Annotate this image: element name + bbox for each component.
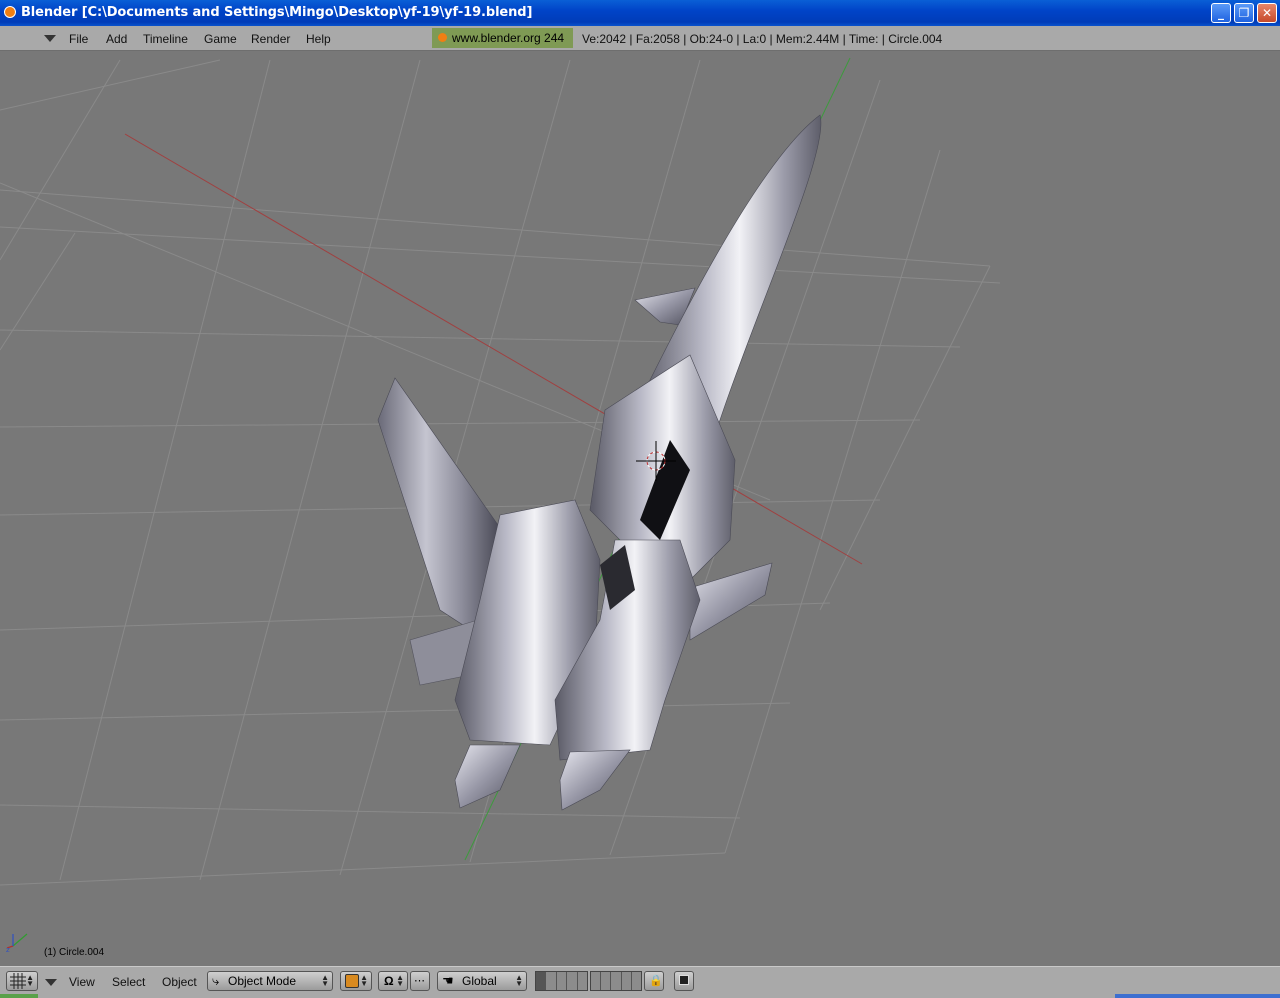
mode-label: Object Mode [228, 974, 297, 988]
render-preview-button[interactable] [674, 971, 694, 991]
viewport-canvas[interactable] [0, 52, 1280, 966]
blender-web-link[interactable]: www.blender.org 244 [432, 28, 573, 48]
layer-buttons-group-1[interactable] [535, 971, 588, 991]
orientation-select[interactable]: ☚ Global ▲ ▼ [437, 971, 527, 991]
menu-render[interactable]: Render [251, 32, 290, 46]
3d-viewport[interactable] [0, 52, 1280, 966]
layer-button[interactable] [557, 972, 568, 990]
hand-icon: ☚ [442, 973, 454, 988]
info-header: File Add Timeline Game Render Help www.b… [0, 26, 1280, 51]
render-icon [679, 975, 689, 985]
shading-icon [345, 974, 359, 988]
3d-view-header: ▲ ▼ View Select Object ⤷ Object Mode ▲ ▼ ▲… [0, 966, 1280, 998]
minimize-button[interactable]: _ [1211, 3, 1231, 23]
blender-logo-icon [438, 33, 447, 42]
active-object-label: (1) Circle.004 [44, 947, 105, 958]
grid-icon [10, 973, 26, 989]
object-mode-icon: ⤷ [212, 973, 220, 988]
layer-button[interactable] [536, 972, 547, 990]
layer-button[interactable] [601, 972, 612, 990]
editor-type-button[interactable]: ▲ ▼ [6, 971, 38, 991]
window-titlebar: Blender [C:\Documents and Settings\Mingo… [0, 0, 1280, 26]
layer-button[interactable] [632, 972, 641, 990]
scene-stats: Ve:2042 | Fa:2058 | Ob:24-0 | La:0 | Mem… [582, 32, 943, 46]
svg-text:z: z [6, 946, 10, 954]
taskbar-strip-right [1115, 994, 1280, 998]
layer-buttons-group-2[interactable] [590, 971, 642, 991]
menu-view[interactable]: View [69, 975, 95, 989]
menu-select[interactable]: Select [112, 975, 145, 989]
menu-help[interactable]: Help [306, 32, 331, 46]
taskbar-strip [0, 994, 38, 998]
menu-object[interactable]: Object [162, 975, 197, 989]
pivot-select[interactable]: Ω ▲ ▼ [378, 971, 408, 991]
lock-icon: 🔒 [649, 975, 663, 987]
pivot-icon: Ω [384, 974, 394, 988]
close-button[interactable]: ✕ [1257, 3, 1277, 23]
aircraft-model [377, 114, 822, 811]
lock-layers-button[interactable]: 🔒 [644, 971, 664, 991]
draw-type-select[interactable]: ▲ ▼ [340, 971, 372, 991]
window-title: Blender [C:\Documents and Settings\Mingo… [21, 5, 533, 20]
menu-timeline[interactable]: Timeline [143, 32, 188, 46]
axis-gizmo-icon: z [6, 933, 28, 954]
header-collapse-icon[interactable] [45, 979, 57, 986]
layer-button[interactable] [591, 972, 602, 990]
mode-select[interactable]: ⤷ Object Mode ▲ ▼ [207, 971, 333, 991]
layer-button[interactable] [622, 972, 632, 990]
orientation-label: Global [462, 974, 497, 988]
snap-icon: ⋯ [414, 975, 425, 987]
menu-file[interactable]: File [69, 32, 88, 46]
menu-add[interactable]: Add [106, 32, 127, 46]
layer-button[interactable] [546, 972, 557, 990]
layer-button[interactable] [578, 972, 587, 990]
snap-button[interactable]: ⋯ [410, 971, 430, 991]
weblink-label: www.blender.org 244 [452, 31, 565, 45]
restore-button[interactable]: ❐ [1234, 3, 1254, 23]
blender-app-icon [4, 6, 16, 18]
layer-button[interactable] [611, 972, 622, 990]
header-collapse-icon[interactable] [44, 35, 56, 42]
menu-game[interactable]: Game [204, 32, 237, 46]
layer-button[interactable] [567, 972, 578, 990]
